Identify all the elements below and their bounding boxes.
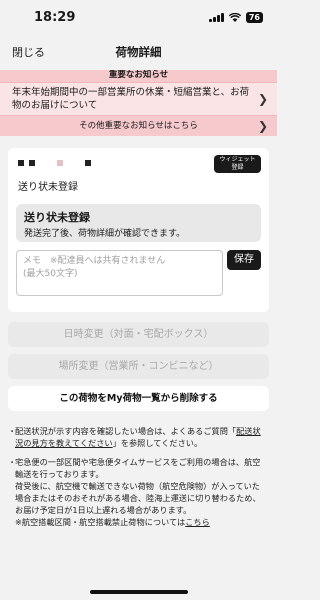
other-notices-text: その他重要なお知らせはこちら — [0, 116, 277, 136]
status-box-title: 送り状未登録 — [24, 211, 90, 224]
memo-placeholder: メモ ※配達員へは共有されません (最大50文字) — [23, 256, 166, 279]
widget-label-2: 登録 — [231, 164, 244, 171]
status-box: 送り状未登録 発送完了後、荷物詳細が確認できます。 — [16, 204, 261, 242]
package-card: ウィジェット 登録 送り状未登録 送り状未登録 発送完了後、荷物詳細が確認できま… — [8, 148, 269, 312]
other-notices-link[interactable]: その他重要なお知らせはこちら ❯ — [0, 115, 277, 136]
notes: ・ 配送状況が示す内容を確認したい場合は、よくあるご質問「配送状況の見方を教えて… — [8, 425, 267, 528]
important-notice-header: 重要なお知らせ — [0, 68, 277, 82]
chevron-right-icon: ❯ — [257, 119, 268, 133]
note-item: ・ 宅急便の一部区間や宅急便タイムサービスをご利用の場合は、航空輸送を行っており… — [8, 457, 261, 527]
package-detail-screen: 18:29 76 閉じる 荷物詳細 重要なお知らせ 年末年始期間中の一部営業所の… — [0, 0, 277, 600]
close-button[interactable]: 閉じる — [12, 44, 45, 60]
place-change-button[interactable]: 場所変更（営業所・コンビニなど） — [8, 354, 269, 379]
air-transport-link[interactable]: こちら — [185, 517, 210, 527]
status-bar: 18:29 76 — [0, 0, 277, 34]
nav-bar: 閉じる 荷物詳細 — [0, 34, 277, 70]
clock: 18:29 — [34, 9, 76, 25]
chevron-right-icon: ❯ — [257, 92, 268, 106]
important-notice-main[interactable]: 年末年始期間中の一部営業所の休業・短縮営業と、お荷物のお届けについて ❯ — [0, 82, 277, 115]
memo-row: メモ ※配達員へは共有されません (最大50文字) 保存 — [16, 250, 261, 296]
home-indicator — [89, 590, 188, 594]
wifi-icon — [228, 12, 241, 22]
battery-icon: 76 — [245, 11, 263, 23]
page-title: 荷物詳細 — [115, 45, 162, 59]
cellular-signal-icon — [209, 12, 224, 22]
note-item: ・ 配送状況が示す内容を確認したい場合は、よくあるご質問「配送状況の見方を教えて… — [8, 426, 261, 448]
delete-from-list-button[interactable]: この荷物をMy荷物一覧から削除する — [8, 386, 269, 411]
status-icons: 76 — [209, 11, 263, 23]
date-change-button[interactable]: 日時変更（対面・宅配ボックス） — [8, 322, 269, 347]
memo-input[interactable]: メモ ※配達員へは共有されません (最大50文字) — [16, 250, 223, 296]
notice-main-text: 年末年始期間中の一部営業所の休業・短縮営業と、お荷物のお届けについて — [12, 87, 250, 111]
widget-register-button[interactable]: ウィジェット 登録 — [214, 155, 261, 173]
save-button[interactable]: 保存 — [227, 250, 261, 270]
widget-label-1: ウィジェット — [219, 156, 256, 163]
status-title: 送り状未登録 — [18, 182, 78, 193]
status-box-description: 発送完了後、荷物詳細が確認できます。 — [24, 229, 186, 239]
